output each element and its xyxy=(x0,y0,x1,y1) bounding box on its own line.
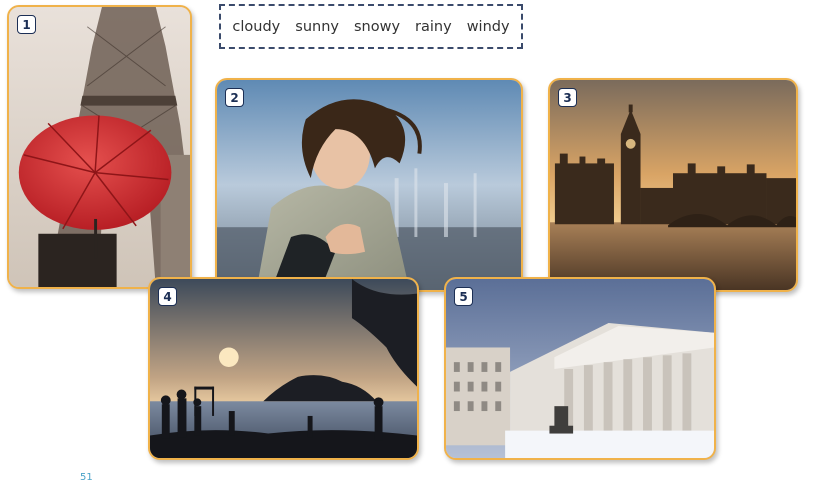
photo-number-badge: 1 xyxy=(17,15,36,34)
photo-card-5: 5 xyxy=(444,277,716,460)
snowy-building-photo xyxy=(446,279,714,458)
woman-windy-hair-photo xyxy=(217,80,521,290)
photo-number-badge: 5 xyxy=(454,287,473,306)
word-bank-item: sunny xyxy=(295,18,339,35)
umbrella-eiffel-tower-photo xyxy=(9,7,190,287)
photo-number-badge: 2 xyxy=(225,88,244,107)
photo-card-4: 4 xyxy=(148,277,419,460)
big-ben-sunset-photo xyxy=(550,80,796,290)
photo-number-badge: 3 xyxy=(558,88,577,107)
word-bank-item: windy xyxy=(466,18,510,35)
photo-card-1: 1 xyxy=(7,5,192,289)
word-bank: cloudy sunny snowy rainy windy xyxy=(219,4,523,49)
photo-number-badge: 4 xyxy=(158,287,177,306)
word-bank-item: snowy xyxy=(353,18,401,35)
word-bank-item: cloudy xyxy=(232,18,281,35)
beach-sunset-photo xyxy=(150,279,417,458)
page-number: 51 xyxy=(80,472,93,483)
photo-card-2: 2 xyxy=(215,78,523,292)
word-bank-item: rainy xyxy=(415,18,452,35)
photo-card-3: 3 xyxy=(548,78,798,292)
